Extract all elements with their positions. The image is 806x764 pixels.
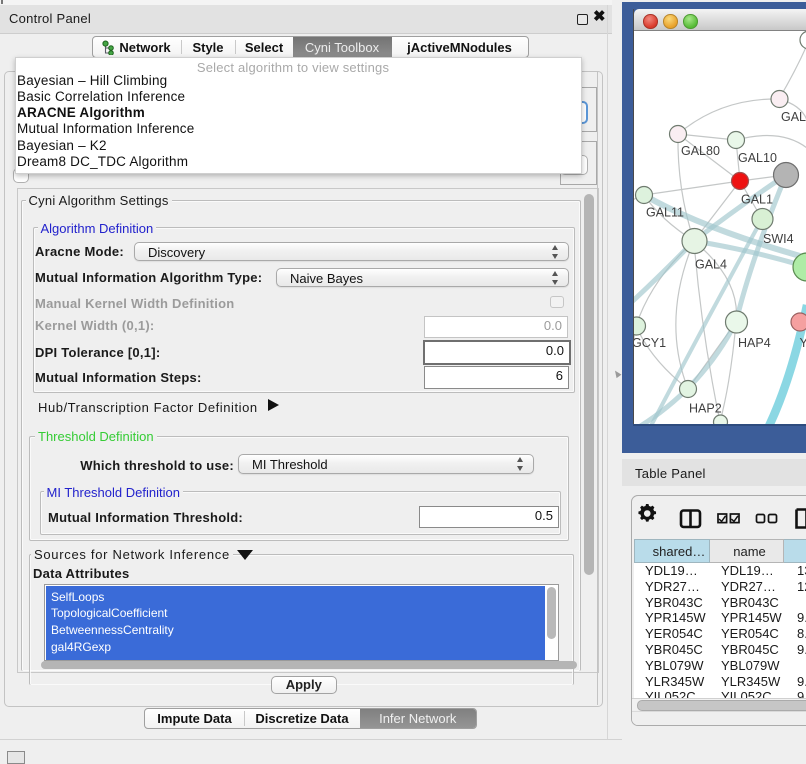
svg-text:HAP2: HAP2 <box>689 402 722 416</box>
svg-text:GAL1: GAL1 <box>741 193 773 207</box>
svg-text:GAL80: GAL80 <box>681 144 720 158</box>
svg-text:GAL11: GAL11 <box>646 206 684 220</box>
svg-text:GCY1: GCY1 <box>634 336 666 350</box>
svg-text:Y: Y <box>800 336 806 350</box>
svg-text:GAL4: GAL4 <box>695 258 727 272</box>
svg-text:HAP4: HAP4 <box>738 336 771 350</box>
svg-text:SWI4: SWI4 <box>763 232 794 246</box>
svg-text:GAL10: GAL10 <box>738 151 777 165</box>
svg-text:GAL: GAL <box>781 110 806 124</box>
